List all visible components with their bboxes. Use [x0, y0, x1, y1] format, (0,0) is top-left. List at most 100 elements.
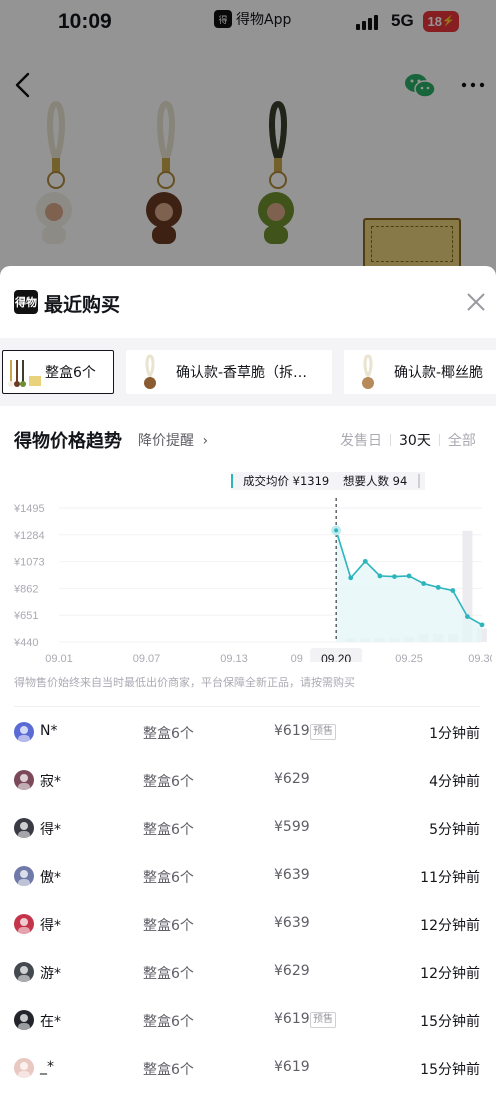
purchase-row: 傲* 整盒6个 ¥639 11分钟前	[4, 852, 492, 900]
x-tick-label: 09.01	[45, 653, 73, 662]
tab-vanilla-crisp[interactable]: 确认款-香草脆（拆…	[126, 350, 332, 394]
tooltip-marker	[418, 474, 420, 488]
avatar	[14, 770, 34, 790]
buyer-name: 在*	[40, 1014, 61, 1030]
purchase-time: 1分钟前	[429, 726, 480, 742]
tab-whole-box[interactable]: 整盒6个	[2, 350, 114, 394]
purchase-spec: 整盒6个	[143, 822, 194, 838]
range-tab-30d[interactable]: 30天	[399, 430, 431, 450]
buyer-name: 得*	[40, 918, 61, 934]
x-tick-label: 09.07	[133, 653, 161, 662]
y-tick-label: ¥651	[13, 610, 38, 622]
purchase-spec: 整盒6个	[143, 966, 194, 982]
vanilla-keychain-thumb-icon	[144, 354, 156, 389]
tab-label: 确认款-椰丝脆	[394, 365, 484, 381]
tooltip-avg-price: 成交均价 ¥1319	[243, 474, 329, 488]
range-tab-all[interactable]: 全部	[448, 430, 476, 450]
purchase-spec: 整盒6个	[143, 774, 194, 790]
purchase-time: 15分钟前	[420, 1062, 480, 1078]
purchase-time: 12分钟前	[420, 966, 480, 982]
avatar	[14, 818, 34, 838]
price-point	[465, 614, 470, 619]
purchase-price: ¥599	[274, 819, 310, 835]
dewu-logo-icon: 得物	[14, 290, 38, 314]
avatar	[14, 962, 34, 982]
y-tick-label: ¥1495	[13, 503, 45, 515]
purchase-price: ¥639	[274, 867, 310, 883]
whole-box-thumb-icon	[8, 360, 41, 387]
y-tick-label: ¥1284	[13, 530, 45, 542]
tooltip-marker	[231, 474, 233, 488]
purchase-row: 得* 整盒6个 ¥639 12分钟前	[4, 900, 492, 948]
purchase-spec: 整盒6个	[143, 726, 194, 742]
price-trend-chart[interactable]: ¥1495 ¥1284 ¥1073 ¥862 ¥651 ¥440 09.01 09.07 09.…	[4, 462, 492, 662]
buyer-name: _*	[40, 1059, 54, 1075]
buyer-name: N*	[40, 723, 58, 739]
tab-label: 确认款-香草脆（拆…	[176, 365, 308, 381]
avatar	[14, 1010, 34, 1030]
x-tick-label: 09	[291, 653, 303, 662]
purchase-row: 在* 整盒6个 ¥619 预售 15分钟前	[4, 996, 492, 1044]
y-tick-label: ¥440	[13, 637, 38, 649]
selected-date-label: 09.20	[321, 652, 351, 662]
purchase-price: ¥639	[274, 915, 310, 931]
purchase-row: 游* 整盒6个 ¥629 12分钟前	[4, 948, 492, 996]
chevron-right-icon: ›	[202, 433, 209, 449]
buyer-name: 得*	[40, 822, 61, 838]
sheet-title: 最近购买	[44, 294, 121, 316]
presale-badge: 预售	[310, 1012, 336, 1028]
avatar	[14, 914, 34, 934]
purchase-spec: 整盒6个	[143, 1062, 194, 1078]
purchase-price: ¥629	[274, 963, 310, 979]
range-divider	[438, 434, 440, 446]
purchase-time: 12分钟前	[420, 918, 480, 934]
purchase-spec: 整盒6个	[143, 918, 194, 934]
price-point	[435, 584, 441, 590]
price-alert-link[interactable]: 降价提醒 ›	[138, 430, 208, 450]
range-divider	[390, 434, 391, 446]
divider	[14, 706, 480, 707]
purchase-time: 15分钟前	[420, 1014, 480, 1030]
y-tick-label: ¥862	[13, 583, 38, 595]
recent-purchases-sheet: 得物 最近购买 整盒6个 确认款-香草脆（拆… 确认款-椰丝脆 得物价格趋势 降…	[0, 266, 496, 1094]
price-point	[479, 622, 485, 628]
x-tick-label: 09.25	[395, 653, 423, 662]
purchase-spec: 整盒6个	[143, 870, 194, 886]
background-page: 10:09 得 得物App 5G 18 ⚡	[0, 0, 496, 290]
purchase-list: N* 整盒6个 ¥619 预售 1分钟前 寂* 整盒6个 ¥629 4分钟前 得* 整盒6个 ¥599…	[4, 708, 492, 1092]
avatar	[14, 866, 34, 886]
purchase-price: ¥619	[274, 723, 310, 739]
price-point	[377, 573, 383, 579]
price-point	[421, 581, 427, 586]
y-tick-label: ¥1073	[13, 557, 45, 569]
purchase-time: 5分钟前	[429, 822, 480, 838]
close-icon[interactable]	[464, 290, 488, 314]
avatar	[14, 1058, 34, 1078]
price-point	[348, 575, 354, 581]
modal-overlay[interactable]	[0, 0, 496, 290]
price-alert-label: 降价提醒	[138, 433, 194, 449]
sheet-header: 得物 最近购买	[0, 266, 496, 338]
tooltip-want-count: 想要人数 94	[343, 474, 407, 488]
purchase-price: ¥619	[274, 1059, 310, 1075]
presale-badge: 预售	[310, 724, 336, 740]
x-tick-label: 09.13	[220, 653, 248, 662]
tab-coconut-crisp[interactable]: 确认款-椰丝脆	[344, 350, 496, 394]
price-trend-card: 得物价格趋势 降价提醒 › 发售日 30天 全部 ¥1495 ¥1284 ¥1073…	[4, 406, 492, 1094]
buyer-name: 傲*	[40, 870, 61, 886]
buyer-name: 游*	[40, 966, 61, 982]
trend-title: 得物价格趋势	[14, 431, 122, 452]
buyer-name: 寂*	[40, 774, 61, 790]
price-point	[331, 525, 342, 536]
range-tab-release[interactable]: 发售日	[340, 430, 382, 450]
price-point	[406, 573, 412, 579]
tab-label: 整盒6个	[45, 365, 96, 381]
range-tabs: 发售日 30天 全部	[340, 430, 476, 450]
price-area	[336, 530, 482, 642]
purchase-row: 得* 整盒6个 ¥599 5分钟前	[4, 804, 492, 852]
purchase-time: 4分钟前	[429, 774, 480, 790]
price-note: 得物售价始终来自当时最低出价商家，平台保障全新正品，请按需购买	[14, 676, 355, 689]
product-spec-tabs: 整盒6个 确认款-香草脆（拆… 确认款-椰丝脆	[0, 338, 496, 406]
price-point	[362, 558, 368, 564]
purchase-time: 11分钟前	[420, 870, 480, 886]
